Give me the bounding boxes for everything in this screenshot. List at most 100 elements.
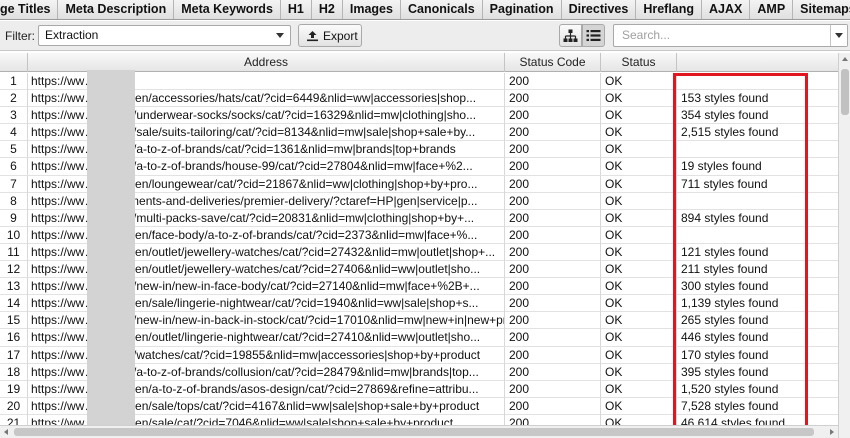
row-number-cell: 12 [0, 261, 28, 279]
row-number-cell: 19 [0, 380, 28, 398]
row-number-cell: 16 [0, 329, 28, 347]
search-dropdown-button[interactable] [830, 25, 847, 46]
row-number-cell: 20 [0, 397, 28, 415]
status-code-cell: 200 [505, 380, 601, 398]
tab-meta-keywords[interactable]: Meta Keywords [174, 0, 281, 19]
highlight-box [673, 73, 808, 429]
redaction-block [87, 70, 135, 438]
row-number-cell: 4 [0, 124, 28, 142]
row-number-cell: 5 [0, 141, 28, 159]
status-cell: OK [601, 209, 677, 227]
horizontal-scrollbar[interactable] [0, 425, 838, 438]
column-header-status-code[interactable]: Status Code [505, 53, 601, 72]
status-cell: OK [601, 380, 677, 398]
row-number-cell: 21 [0, 414, 28, 425]
status-cell: OK [601, 90, 677, 108]
status-cell: OK [601, 329, 677, 347]
export-upload-icon [307, 30, 318, 41]
status-cell: OK [601, 226, 677, 244]
status-code-cell: 200 [505, 124, 601, 142]
tab-directives[interactable]: Directives [561, 0, 637, 19]
tab-images[interactable]: Images [342, 0, 401, 19]
filter-select[interactable]: Extraction [38, 25, 291, 46]
status-cell: OK [601, 278, 677, 296]
status-code-cell: 200 [505, 278, 601, 296]
status-cell: OK [601, 414, 677, 425]
status-cell: OK [601, 192, 677, 210]
status-code-cell: 200 [505, 209, 601, 227]
tab-hreflang[interactable]: Hreflang [636, 0, 703, 19]
tab-canonicals[interactable]: Canonicals [400, 0, 483, 19]
export-button[interactable]: Export [298, 24, 362, 47]
status-code-cell: 200 [505, 226, 601, 244]
vertical-scroll-thumb[interactable] [841, 69, 849, 115]
filter-value: Extraction [45, 28, 99, 42]
row-number-cell: 2 [0, 90, 28, 108]
status-cell: OK [601, 397, 677, 415]
row-number-cell: 14 [0, 295, 28, 313]
tab-sitemaps[interactable]: Sitemaps [793, 0, 850, 19]
search-input[interactable]: Search... [613, 24, 848, 47]
status-code-cell: 200 [505, 414, 601, 425]
status-cell: OK [601, 124, 677, 142]
status-cell: OK [601, 141, 677, 159]
row-number-cell: 17 [0, 346, 28, 364]
row-number-cell: 7 [0, 175, 28, 193]
scroll-left-icon[interactable] [4, 429, 8, 435]
status-cell: OK [601, 363, 677, 381]
status-code-cell: 200 [505, 261, 601, 279]
status-code-cell: 200 [505, 158, 601, 176]
horizontal-scroll-thumb[interactable] [14, 428, 814, 436]
tab-bar: ge Titles Meta Description Meta Keywords H1… [0, 0, 850, 20]
filter-toolbar: Filter: Extraction Export Search... [0, 21, 850, 51]
status-code-cell: 200 [505, 397, 601, 415]
tab-ajax[interactable]: AJAX [702, 0, 751, 19]
export-label: Export [323, 28, 358, 43]
tab-ge-titles[interactable]: ge Titles [0, 0, 59, 19]
row-number-cell: 8 [0, 192, 28, 210]
scroll-right-icon[interactable] [830, 429, 834, 435]
tab-pagination[interactable]: Pagination [482, 0, 562, 19]
list-view-button[interactable] [582, 24, 605, 47]
row-number-cell: 11 [0, 243, 28, 261]
tab-h2[interactable]: H2 [311, 0, 343, 19]
tab-amp[interactable]: AMP [750, 0, 794, 19]
status-cell: OK [601, 312, 677, 330]
status-cell: OK [601, 261, 677, 279]
status-code-cell: 200 [505, 175, 601, 193]
status-code-cell: 200 [505, 107, 601, 125]
status-code-cell: 200 [505, 141, 601, 159]
status-cell: OK [601, 158, 677, 176]
status-code-cell: 200 [505, 346, 601, 364]
column-header-status[interactable]: Status [601, 53, 677, 72]
tab-meta-description[interactable]: Meta Description [58, 0, 175, 19]
status-code-cell: 200 [505, 295, 601, 313]
status-cell: OK [601, 175, 677, 193]
column-header-extraction[interactable] [677, 53, 838, 72]
vertical-scrollbar[interactable] [838, 53, 850, 438]
filter-label: Filter: [5, 29, 35, 43]
row-number-cell: 9 [0, 209, 28, 227]
tab-h1[interactable]: H1 [280, 0, 312, 19]
status-code-cell: 200 [505, 363, 601, 381]
status-cell: OK [601, 243, 677, 261]
scroll-up-icon[interactable] [842, 57, 848, 61]
row-number-cell: 18 [0, 363, 28, 381]
row-number-cell: 10 [0, 226, 28, 244]
status-code-cell: 200 [505, 90, 601, 108]
tree-view-icon [563, 29, 578, 42]
chevron-down-icon [835, 33, 843, 38]
search-placeholder: Search... [622, 28, 671, 42]
chevron-down-icon [276, 33, 284, 38]
status-cell: OK [601, 107, 677, 125]
row-number-cell: 1 [0, 73, 28, 90]
list-view-icon [586, 30, 601, 41]
row-number-cell: 13 [0, 278, 28, 296]
status-cell: OK [601, 73, 677, 90]
status-code-cell: 200 [505, 312, 601, 330]
status-code-cell: 200 [505, 243, 601, 261]
status-code-cell: 200 [505, 73, 601, 90]
column-header-row-number[interactable] [0, 53, 28, 72]
tree-view-button[interactable] [559, 24, 582, 47]
row-number-cell: 3 [0, 107, 28, 125]
